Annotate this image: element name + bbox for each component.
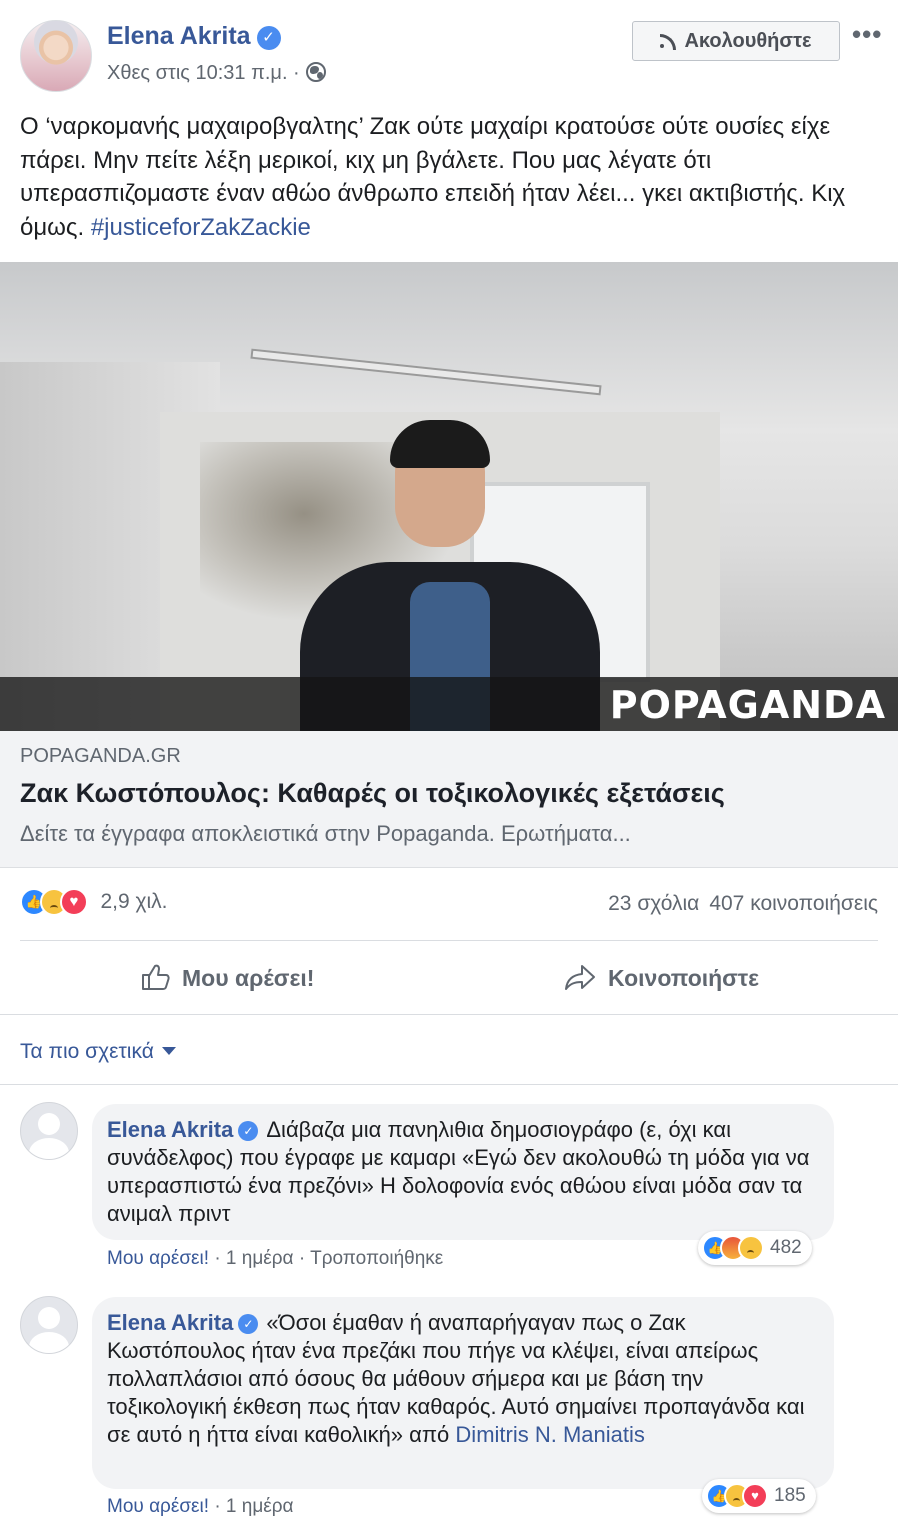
divider (0, 1014, 898, 1015)
reaction-icons[interactable] (20, 888, 92, 916)
author-name[interactable]: Elena Akrita (107, 22, 251, 50)
comments-count[interactable]: 23 σχόλια (608, 892, 699, 915)
follow-label: Ακολουθήστε (684, 30, 812, 52)
commenter-avatar[interactable] (20, 1102, 78, 1160)
hashtag-link[interactable]: #justiceforZakZackie (91, 214, 311, 241)
link-description: Δείτε τα έγγραφα αποκλειστικά στην Popag… (20, 821, 631, 846)
comment-reaction-count: 185 (774, 1485, 806, 1506)
love-icon (60, 888, 88, 916)
link-preview-meta[interactable]: POPAGANDA.GR Ζακ Κωστόπουλος: Καθαρές οι… (0, 731, 898, 868)
rss-icon (660, 34, 677, 50)
comment-sort-dropdown[interactable]: Τα πιο σχετικά (20, 1040, 176, 1064)
tagged-user-link[interactable]: Dimitris N. Maniatis (455, 1422, 644, 1447)
post-timestamp[interactable]: Χθες στις 10:31 π.μ. · (107, 62, 300, 84)
more-options-icon[interactable]: ••• (852, 21, 882, 47)
caret-down-icon (161, 1047, 176, 1055)
commenter-avatar[interactable] (20, 1296, 78, 1354)
comment-reactions[interactable]: 185 (702, 1479, 816, 1513)
separator: · (298, 1248, 311, 1269)
post-message: Ο ‘ναρκομανής μαχαιροβγαλτης’ Ζακ ούτε μ… (20, 110, 882, 244)
like-label: Μου αρέσει! (182, 965, 315, 991)
sad-icon (738, 1235, 764, 1261)
divider (20, 940, 878, 941)
author-name-line: Elena Akrita ✓ (107, 22, 281, 51)
comment-time[interactable]: 1 ημέρα (226, 1248, 294, 1269)
like-button[interactable]: Μου αρέσει! (140, 958, 314, 998)
follow-button[interactable]: Ακολουθήστε (632, 21, 840, 61)
comment-reactions[interactable]: 482 (698, 1231, 812, 1265)
share-button[interactable]: Κοινοποιήστε (564, 958, 759, 998)
comment-author[interactable]: Elena Akrita (107, 1117, 233, 1142)
comment-meta: Μου αρέσει! · 1 ημέρα (107, 1496, 294, 1518)
share-label: Κοινοποιήστε (608, 965, 760, 991)
divider (0, 1084, 898, 1085)
share-arrow-icon (565, 965, 595, 990)
love-icon (742, 1483, 768, 1509)
comment-reaction-count: 482 (770, 1237, 802, 1258)
reactions-count[interactable]: 2,9 χιλ. (100, 890, 167, 913)
link-domain: POPAGANDA.GR (20, 745, 181, 767)
separator: · (214, 1496, 226, 1517)
verified-badge-icon: ✓ (238, 1314, 259, 1334)
post-header: Elena Akrita ✓ Χθες στις 10:31 π.μ. · Ακο… (0, 0, 898, 104)
comment-meta: Μου αρέσει! · 1 ημέρα · Τροποποιήθηκε (107, 1248, 443, 1270)
popaganda-logo: POPAGANDA (609, 683, 886, 727)
comment-like-link[interactable]: Μου αρέσει! (107, 1248, 209, 1269)
comment-time[interactable]: 1 ημέρα (226, 1496, 294, 1517)
comment-author[interactable]: Elena Akrita (107, 1310, 233, 1335)
reactions-summary: 2,9 χιλ. 23 σχόλια 407 κοινοποιήσεις (20, 888, 878, 922)
verified-badge-icon: ✓ (256, 26, 281, 50)
author-avatar[interactable] (20, 20, 92, 92)
shares-count[interactable]: 407 κοινοποιήσεις (709, 892, 878, 915)
engagement-counts: 23 σχόλια 407 κοινοποιήσεις (598, 892, 878, 916)
globe-icon[interactable] (305, 62, 326, 82)
comment-bubble: Elena Akrita ✓ Διάβαζα μια πανηλιθια δημοσ… (92, 1104, 834, 1240)
comment-sort-label: Τα πιο σχετικά (20, 1040, 154, 1063)
post-timestamp-line: Χθες στις 10:31 π.μ. · (107, 62, 326, 85)
verified-badge-icon: ✓ (238, 1121, 259, 1141)
thumbs-up-icon (142, 964, 170, 990)
link-preview-image[interactable]: POPAGANDA (0, 262, 898, 731)
comment-bubble: Elena Akrita ✓ «Όσοι έμαθαν ή αναπαρήγαγαν… (92, 1297, 834, 1489)
link-title[interactable]: Ζακ Κωστόπουλος: Καθαρές οι τοξικολογικέ… (20, 778, 725, 809)
separator: · (214, 1248, 226, 1269)
comment-like-link[interactable]: Μου αρέσει! (107, 1496, 209, 1517)
comment-edited[interactable]: Τροποποιήθηκε (310, 1248, 443, 1269)
